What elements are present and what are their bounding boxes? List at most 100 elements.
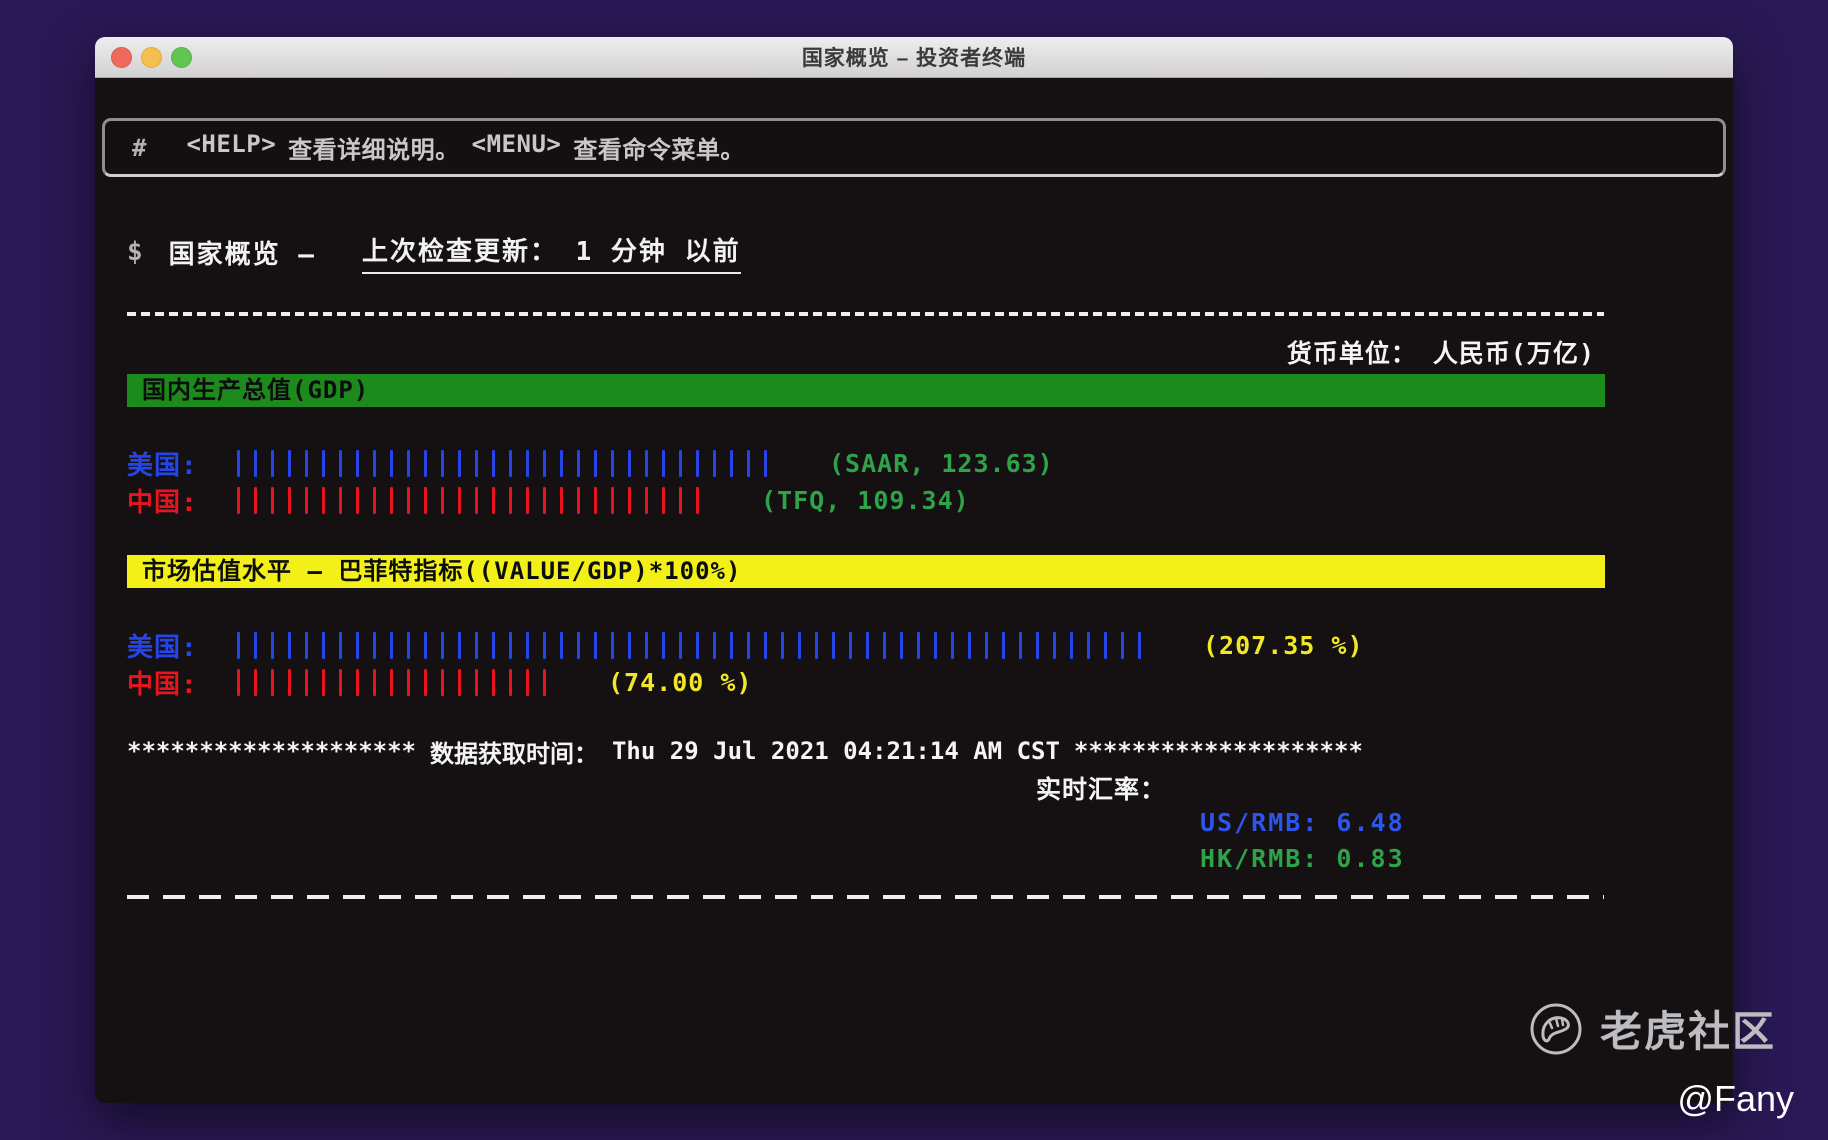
bar-pipe (1138, 631, 1141, 659)
bar-pipe (492, 486, 495, 514)
bar-pipe (424, 486, 427, 514)
bar-pipe (526, 631, 529, 659)
bar-pipe (526, 486, 529, 514)
bar-pipe (713, 449, 716, 477)
bar-pipe (560, 631, 563, 659)
bar-pipe (424, 449, 427, 477)
bar-pipe (611, 449, 614, 477)
bar-pipe (305, 631, 308, 659)
bar-pipe (339, 449, 342, 477)
bar-pipe (730, 631, 733, 659)
bar-pipe (696, 486, 699, 514)
bar-pipe (458, 631, 461, 659)
help-bar: # <HELP> 查看详细说明。 <MENU> 查看命令菜单。 (102, 118, 1726, 177)
window-title: 国家概览 – 投资者终端 (801, 47, 1027, 70)
page-title: 国家概览 – (168, 239, 316, 270)
bar-pipe (373, 486, 376, 514)
bar-pipe (747, 449, 750, 477)
gdp-row-cn: 中国: (TFQ, 109.34) (127, 482, 970, 518)
zoom-button[interactable] (171, 47, 192, 68)
gdp-row-us: 美国: (SAAR, 123.63) (127, 445, 1054, 481)
bar-pipe (322, 631, 325, 659)
bar-pipe (339, 668, 342, 696)
bar-pipe (594, 449, 597, 477)
bar-pipe (815, 631, 818, 659)
bar-pipe (679, 631, 682, 659)
bar-pipe (356, 668, 359, 696)
bar-pipe (1087, 631, 1090, 659)
bar-pipe (543, 631, 546, 659)
bar-pipe (271, 449, 274, 477)
bar-pipe (339, 631, 342, 659)
bar-pipe (781, 631, 784, 659)
bar-pipe (492, 631, 495, 659)
bar-pipe (509, 631, 512, 659)
buffett-row-us: 美国: (207.35 %) (127, 627, 1364, 663)
minimize-button[interactable] (141, 47, 162, 68)
bar-pipe (645, 449, 648, 477)
bar-pipe (254, 631, 257, 659)
author-watermark: @Fany (1677, 1078, 1794, 1119)
country-label: 中国: (127, 487, 198, 518)
bar-pipe (458, 668, 461, 696)
bar-value: (TFQ, 109.34) (761, 485, 970, 515)
bar-pipe (611, 631, 614, 659)
bar-pipe (764, 449, 767, 477)
bar-pipe (288, 486, 291, 514)
gdp-section-header: 国内生产总值(GDP) (127, 374, 1605, 407)
bar-pipe (900, 631, 903, 659)
bar-pipe (288, 631, 291, 659)
help-command[interactable]: <HELP> (186, 130, 276, 165)
traffic-lights (111, 47, 192, 68)
dashed-divider-bottom (127, 895, 1604, 899)
bar-pipe (645, 486, 648, 514)
bar-pipe (679, 486, 682, 514)
bar-pipe (322, 449, 325, 477)
bar-pipe (526, 668, 529, 696)
titlebar[interactable]: 国家概览 – 投资者终端 (95, 37, 1733, 78)
bar-pipe (594, 486, 597, 514)
bar-pipe (951, 631, 954, 659)
bar-pipe (662, 449, 665, 477)
fetch-time-line: ******************** 数据获取时间： Thu 29 Jul … (127, 733, 1363, 769)
terminal-content: # <HELP> 查看详细说明。 <MENU> 查看命令菜单。 $ 国家概览 –… (95, 78, 1733, 1103)
bar-pipe (424, 631, 427, 659)
stars-left: ******************** (127, 737, 416, 765)
menu-command-desc: 查看命令菜单。 (573, 136, 745, 164)
bar-pipe (543, 486, 546, 514)
bar-pipe (832, 631, 835, 659)
bar-pipe (645, 631, 648, 659)
close-button[interactable] (111, 47, 132, 68)
bar-pipe (1070, 631, 1073, 659)
currency-unit-note: 货币单位： 人民币(万亿) (1286, 339, 1595, 368)
stars-right: ******************** (1073, 737, 1363, 765)
bar-pipe (475, 449, 478, 477)
dollar-prompt: $ (127, 237, 143, 267)
bar-pipe (407, 449, 410, 477)
bar-pipe (985, 631, 988, 659)
bar-pipe (390, 668, 393, 696)
menu-command[interactable]: <MENU> (472, 130, 562, 165)
community-watermark: 老虎社区 (1528, 998, 1776, 1059)
fx-rate-hkd: HK/RMB: 0.83 (1200, 844, 1405, 873)
bar-pipe (1121, 631, 1124, 659)
bar-track (237, 667, 560, 697)
bar-pipe (475, 486, 478, 514)
bar-pipe (628, 631, 631, 659)
bar-pipe (424, 668, 427, 696)
bar-pipe (458, 449, 461, 477)
fx-rate-usd: US/RMB: 6.48 (1200, 808, 1405, 837)
bar-pipe (288, 449, 291, 477)
hash-prompt: # (132, 133, 147, 162)
bar-pipe (662, 486, 665, 514)
bar-pipe (713, 631, 716, 659)
buffett-row-cn: 中国: (74.00 %) (127, 664, 752, 700)
bar-pipe (1053, 631, 1056, 659)
bar-pipe (968, 631, 971, 659)
bar-pipe (679, 449, 682, 477)
bar-pipe (917, 631, 920, 659)
fetch-timestamp: Thu 29 Jul 2021 04:21:14 AM CST (611, 737, 1060, 765)
bar-pipe (1036, 631, 1039, 659)
bar-pipe (849, 631, 852, 659)
bar-pipe (509, 449, 512, 477)
